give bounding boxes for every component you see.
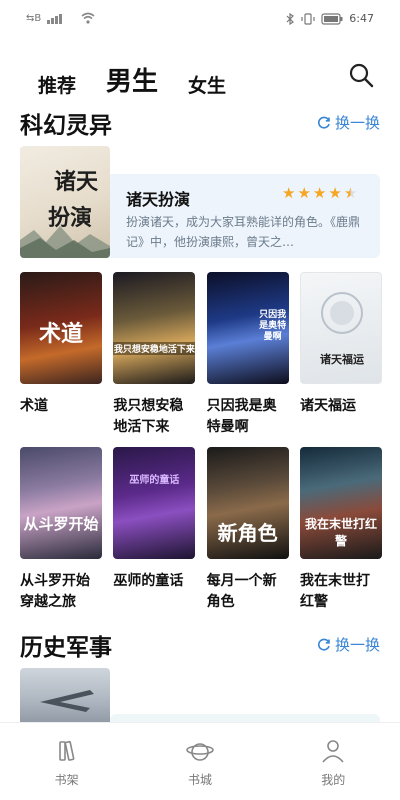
profile-icon bbox=[322, 740, 344, 763]
star-icon: ★ bbox=[312, 184, 327, 202]
half-star-icon: ★ bbox=[343, 184, 358, 202]
book-cover: 诸天福运 bbox=[299, 272, 382, 384]
cover-text: 只因我是奥特曼啊 bbox=[259, 310, 287, 342]
battery-icon bbox=[321, 12, 343, 25]
book-card[interactable]: 新角色 每月一个新角色 bbox=[206, 447, 289, 613]
refresh-button[interactable]: 换一换 bbox=[317, 634, 380, 655]
nav-bookstore[interactable]: 书城 bbox=[160, 737, 240, 788]
book-cover: 从斗罗开始 bbox=[20, 447, 102, 559]
refresh-button[interactable]: 换一换 bbox=[317, 112, 380, 133]
cover-text: 我只想安稳地活下来 bbox=[113, 342, 196, 355]
book-card[interactable]: 术道 术道 bbox=[20, 272, 102, 438]
bluetooth-icon bbox=[286, 12, 295, 25]
section-header-scifi: 科幻灵异 换一换 bbox=[20, 106, 380, 139]
book-cover: 巫师的童话 bbox=[113, 447, 196, 559]
mountain-illustration bbox=[20, 226, 110, 258]
star-icon: ★ bbox=[328, 184, 342, 202]
nav-label: 我的 bbox=[321, 773, 346, 787]
status-time: 6:47 bbox=[349, 12, 374, 25]
cover-text: 巫师的童话 bbox=[129, 475, 180, 486]
featured-title: 诸天扮演 bbox=[126, 190, 191, 209]
book-grid-row-2: 从斗罗开始 从斗罗开始穿越之旅 巫师的童话 巫师的童话 新角色 每月一个新角色 … bbox=[20, 447, 382, 613]
book-cover: 新角色 bbox=[206, 447, 289, 559]
book-title: 诸天福运 bbox=[299, 398, 356, 414]
category-tabs: 推荐 男生 女生 bbox=[38, 58, 226, 98]
section-header-history: 历史军事 换一换 bbox=[20, 628, 380, 661]
search-icon[interactable] bbox=[348, 62, 374, 88]
book-card[interactable]: 从斗罗开始 从斗罗开始穿越之旅 bbox=[20, 447, 102, 613]
book-grid-row-1: 术道 术道 我只想安稳地活下来 我只想安稳地活下来 只因我是奥特曼啊 只因我是奥… bbox=[20, 272, 382, 438]
book-title: 我在末世打红警 bbox=[299, 573, 370, 610]
cover-text: 新角色 bbox=[217, 521, 278, 545]
book-title: 每月一个新角色 bbox=[206, 573, 277, 610]
book-card[interactable]: 我只想安稳地活下来 我只想安稳地活下来 bbox=[113, 272, 196, 438]
status-left: ⇆B bbox=[26, 12, 95, 24]
bottom-nav: 书架 书城 我的 bbox=[0, 722, 400, 800]
book-cover: 只因我是奥特曼啊 bbox=[206, 272, 289, 384]
refresh-icon bbox=[318, 638, 330, 651]
bookstore-icon bbox=[186, 743, 214, 761]
cover-text: 诸天福运 bbox=[319, 353, 364, 366]
vibrate-icon bbox=[301, 12, 315, 25]
book-cover: 我在末世打红警 bbox=[299, 447, 382, 559]
tab-recommend[interactable]: 推荐 bbox=[38, 71, 76, 98]
wifi-icon bbox=[81, 12, 95, 24]
featured-cover-text-1: 诸天 bbox=[54, 169, 99, 195]
cover-text: 从斗罗开始 bbox=[23, 515, 99, 533]
book-title: 从斗罗开始穿越之旅 bbox=[20, 573, 90, 610]
star-icon: ★ bbox=[282, 184, 296, 202]
featured-book[interactable]: 诸天 扮演 诸天扮演 ★ ★ ★ ★ ★ 扮演诸天，成为大家耳熟能详的角色。《鹿… bbox=[20, 146, 380, 258]
nav-label: 书城 bbox=[187, 773, 212, 787]
signal-icon bbox=[47, 14, 63, 24]
book-cover: 我只想安稳地活下来 bbox=[113, 272, 196, 384]
book-card[interactable]: 巫师的童话 巫师的童话 bbox=[113, 447, 196, 613]
cover-text: 我在末世打红警 bbox=[304, 517, 377, 548]
nav-profile[interactable]: 我的 bbox=[293, 737, 373, 788]
history-book-cover[interactable] bbox=[20, 668, 110, 728]
star-icon: ★ bbox=[297, 184, 311, 202]
cover-text: 术道 bbox=[38, 322, 83, 347]
refresh-label: 换一换 bbox=[334, 114, 380, 132]
signal-badge: ⇆B bbox=[26, 12, 42, 24]
book-title: 我只想安稳地活下来 bbox=[113, 398, 184, 435]
cover-emblem bbox=[320, 292, 363, 334]
tab-male[interactable]: 男生 bbox=[106, 61, 158, 98]
book-card[interactable]: 我在末世打红警 我在末世打红警 bbox=[299, 447, 382, 613]
featured-cover: 诸天 扮演 bbox=[20, 146, 110, 258]
nav-label: 书架 bbox=[54, 773, 79, 787]
book-title: 术道 bbox=[20, 398, 48, 414]
bookshelf-icon bbox=[58, 740, 75, 761]
status-bar: ⇆B 6:47 bbox=[0, 0, 400, 40]
nav-bookshelf[interactable]: 书架 bbox=[27, 737, 107, 788]
tab-female[interactable]: 女生 bbox=[188, 71, 226, 98]
book-card[interactable]: 只因我是奥特曼啊 只因我是奥特曼啊 bbox=[206, 272, 289, 438]
refresh-icon bbox=[318, 116, 330, 129]
book-title: 只因我是奥特曼啊 bbox=[206, 398, 277, 435]
section-title: 历史军事 bbox=[20, 635, 112, 661]
status-right: 6:47 bbox=[285, 12, 374, 25]
rating-stars: ★ ★ ★ ★ ★ bbox=[282, 186, 357, 201]
section-title: 科幻灵异 bbox=[20, 113, 112, 139]
book-title: 巫师的童话 bbox=[113, 573, 184, 589]
aircraft-illustration bbox=[40, 690, 94, 712]
featured-description: 扮演诸天，成为大家耳熟能详的角色。《鹿鼎记》中，他扮演康熙，曾天之… bbox=[126, 215, 361, 249]
refresh-label: 换一换 bbox=[334, 636, 380, 654]
book-cover: 术道 bbox=[20, 272, 102, 384]
book-card[interactable]: 诸天福运 诸天福运 bbox=[299, 272, 382, 438]
